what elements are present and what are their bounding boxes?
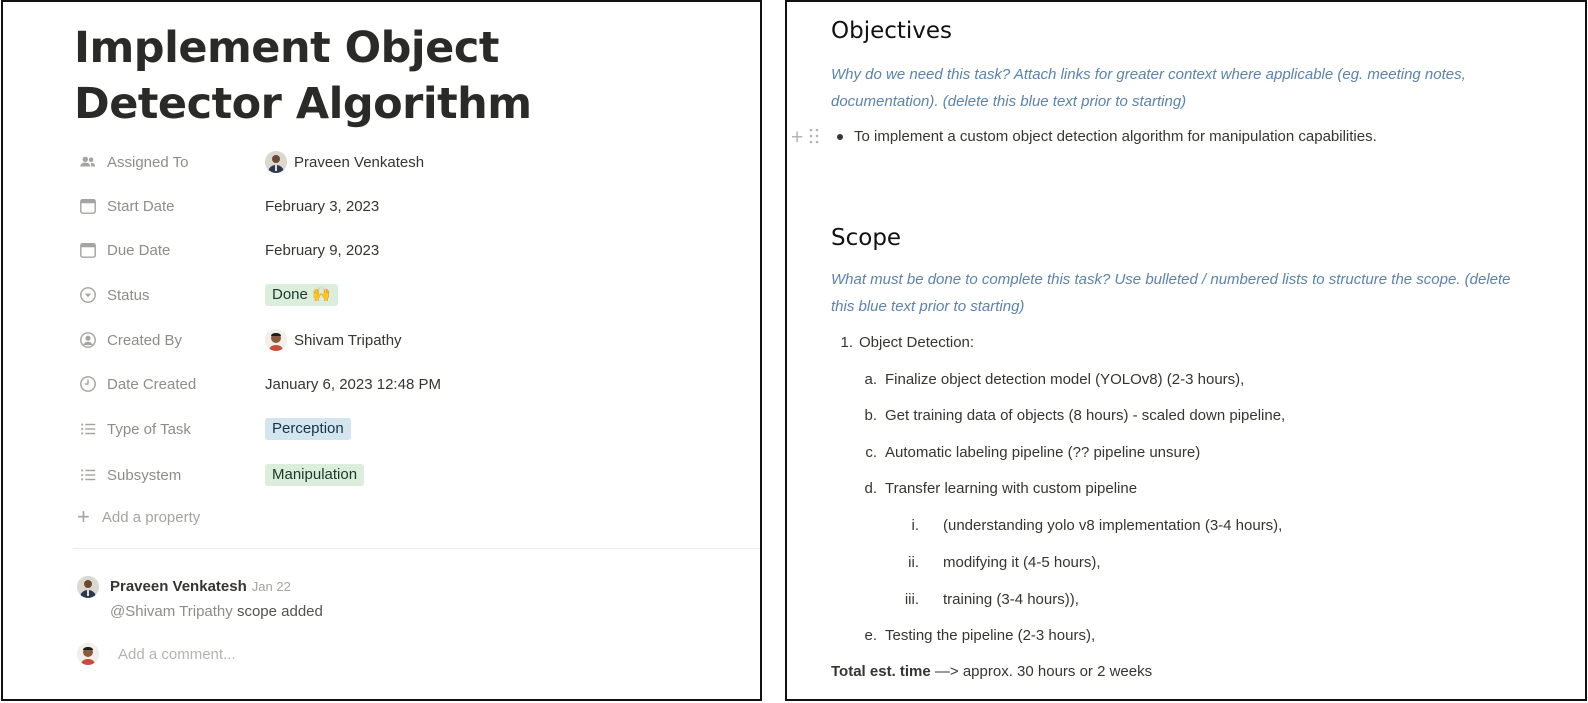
- list-item-text: modifying it (4-5 hours),: [943, 554, 1101, 571]
- property-label: Assigned To: [107, 153, 189, 171]
- list-marker: iii.: [904, 591, 919, 608]
- bullet-icon: [837, 133, 843, 140]
- property-type-of-task[interactable]: Type of Task Perception: [77, 414, 737, 444]
- list-marker: i.: [911, 517, 920, 534]
- list-item-text: Testing the pipeline (2-3 hours),: [885, 627, 1096, 644]
- person-circle-icon: [77, 329, 99, 351]
- page-title[interactable]: Implement Object Detector Algorithm: [74, 20, 714, 132]
- list-item-text: (understanding yolo v8 implementation (3…: [943, 517, 1283, 534]
- total-estimate[interactable]: Total est. time —> approx. 30 hours or 2…: [831, 663, 1152, 680]
- divider: [73, 548, 760, 549]
- property-label: Due Date: [107, 241, 171, 259]
- creator-name: Shivam Tripathy: [294, 331, 402, 349]
- list-marker: d.: [864, 480, 877, 497]
- comment-date: Jan 22: [251, 579, 291, 594]
- property-date-created[interactable]: Date Created January 6, 2023 12:48 PM: [77, 369, 737, 399]
- avatar: [77, 643, 99, 665]
- due-date-value[interactable]: February 9, 2023: [265, 242, 379, 259]
- comment-author[interactable]: Praveen Venkatesh: [110, 578, 247, 595]
- comment-text: @Shivam Tripathy scope added: [110, 603, 323, 620]
- subsystem-value[interactable]: Manipulation: [265, 464, 365, 486]
- list-marker: c.: [865, 444, 877, 461]
- drag-handle-icon[interactable]: [809, 128, 819, 149]
- status-icon: [77, 284, 99, 306]
- objective-bullet[interactable]: To implement a custom object detection a…: [837, 128, 1377, 145]
- list-item[interactable]: c. Automatic labeling pipeline (?? pipel…: [861, 444, 1200, 461]
- list-item[interactable]: ii. modifying it (4-5 hours),: [899, 554, 1101, 571]
- property-start-date[interactable]: Start Date February 3, 2023: [77, 191, 737, 221]
- status-badge[interactable]: Done 🙌: [265, 284, 338, 306]
- property-due-date[interactable]: Due Date February 9, 2023: [77, 235, 737, 265]
- status-value[interactable]: Done 🙌: [265, 284, 338, 306]
- add-comment-row[interactable]: Add a comment...: [77, 643, 236, 665]
- property-assigned-to[interactable]: Assigned To Praveen Venkatesh: [77, 147, 737, 177]
- list-item[interactable]: i. (understanding yolo v8 implementation…: [899, 517, 1283, 534]
- list-item-text: training (3-4 hours)),: [943, 591, 1079, 608]
- property-status[interactable]: Status Done 🙌: [77, 280, 737, 310]
- objectives-heading[interactable]: Objectives: [831, 18, 952, 44]
- list-item[interactable]: d. Transfer learning with custom pipelin…: [861, 480, 1137, 497]
- list-marker: e.: [864, 627, 877, 644]
- subsystem-tag[interactable]: Manipulation: [265, 464, 365, 486]
- property-label: Status: [107, 286, 150, 304]
- comment-header: Praveen Venkatesh Jan 22: [110, 578, 291, 595]
- property-created-by[interactable]: Created By Shivam Tripathy: [77, 325, 737, 355]
- plus-icon: +: [77, 504, 90, 529]
- creator-value[interactable]: Shivam Tripathy: [265, 329, 402, 351]
- task-type-tag[interactable]: Perception: [265, 418, 351, 440]
- list-marker: 1.: [840, 334, 853, 351]
- objectives-instructions[interactable]: Why do we need this task? Attach links f…: [831, 61, 1531, 115]
- property-label: Subsystem: [107, 466, 182, 484]
- list-item[interactable]: b. Get training data of objects (8 hours…: [861, 407, 1285, 424]
- assignee-name: Praveen Venkatesh: [294, 153, 425, 171]
- list-item-text: Get training data of objects (8 hours) -…: [885, 407, 1286, 424]
- task-properties-panel: Implement Object Detector Algorithm Assi…: [1, 0, 762, 701]
- property-value[interactable]: Praveen Venkatesh: [265, 151, 424, 173]
- add-property-label: Add a property: [101, 508, 201, 526]
- objective-text: To implement a custom object detection a…: [854, 128, 1377, 145]
- task-body-panel: Objectives Why do we need this task? Att…: [785, 0, 1587, 701]
- clock-icon: [77, 373, 99, 395]
- comment-input[interactable]: Add a comment...: [118, 646, 236, 663]
- type-of-task-value[interactable]: Perception: [265, 418, 351, 440]
- property-subsystem[interactable]: Subsystem Manipulation: [77, 460, 737, 490]
- people-icon: [77, 151, 99, 173]
- comment-body: scope added: [232, 603, 323, 620]
- add-property-button[interactable]: + Add a property: [77, 504, 201, 529]
- list-icon: [77, 418, 99, 440]
- list-item[interactable]: e. Testing the pipeline (2-3 hours),: [861, 627, 1095, 644]
- mention-link[interactable]: @Shivam Tripathy: [110, 603, 233, 620]
- property-label: Date Created: [107, 375, 197, 393]
- list-icon: [77, 464, 99, 486]
- scope-instructions[interactable]: What must be done to complete this task?…: [831, 266, 1531, 320]
- date-created-value: January 6, 2023 12:48 PM: [265, 375, 441, 393]
- list-item[interactable]: a. Finalize object detection model (YOLO…: [861, 371, 1244, 388]
- avatar: [265, 329, 287, 351]
- list-item-text: Transfer learning with custom pipeline: [885, 480, 1138, 497]
- block-handle[interactable]: +: [791, 126, 819, 150]
- list-marker: ii.: [908, 554, 919, 571]
- avatar: [77, 576, 99, 598]
- avatar: [265, 151, 287, 173]
- calendar-icon: [77, 195, 99, 217]
- list-item[interactable]: iii. training (3-4 hours)),: [899, 591, 1079, 608]
- list-marker: a.: [864, 371, 877, 388]
- total-value: —> approx. 30 hours or 2 weeks: [930, 663, 1153, 680]
- list-item[interactable]: 1. Object Detection:: [837, 334, 974, 351]
- property-label: Start Date: [107, 197, 175, 215]
- plus-icon[interactable]: +: [791, 126, 803, 150]
- calendar-icon: [77, 239, 99, 261]
- list-item-text: Object Detection:: [859, 334, 975, 351]
- list-item-text: Finalize object detection model (YOLOv8)…: [885, 371, 1245, 388]
- property-label: Created By: [107, 331, 183, 349]
- property-label: Type of Task: [107, 420, 191, 438]
- start-date-value[interactable]: February 3, 2023: [265, 198, 379, 215]
- scope-heading[interactable]: Scope: [831, 225, 901, 251]
- total-label: Total est. time: [831, 663, 931, 680]
- list-item-text: Automatic labeling pipeline (?? pipeline…: [885, 444, 1201, 461]
- list-marker: b.: [864, 407, 877, 424]
